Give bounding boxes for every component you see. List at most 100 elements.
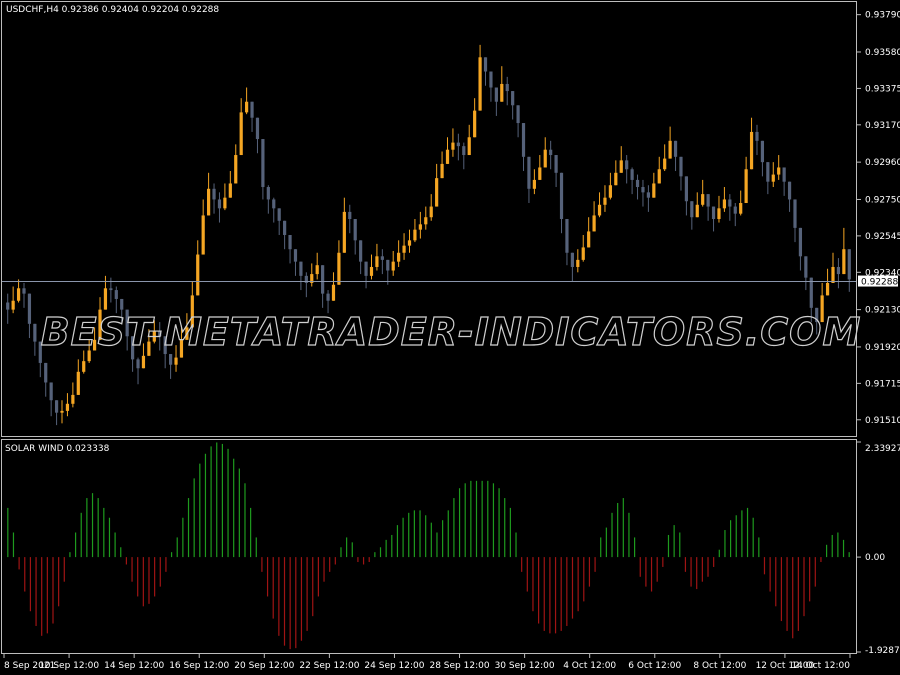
candle bbox=[60, 400, 64, 424]
candle bbox=[293, 249, 298, 276]
candle-body bbox=[114, 290, 118, 299]
candle-body bbox=[245, 101, 249, 113]
candle bbox=[733, 203, 737, 227]
candle bbox=[223, 183, 227, 211]
candle bbox=[668, 126, 672, 159]
time-tick-label: 28 Sep 12:00 bbox=[429, 661, 489, 671]
candle-body bbox=[559, 172, 564, 219]
candle-body bbox=[478, 57, 482, 111]
candle-body bbox=[511, 91, 515, 106]
candle bbox=[359, 240, 363, 275]
candle bbox=[71, 382, 75, 408]
candle-body bbox=[44, 362, 48, 383]
candle bbox=[581, 234, 585, 262]
candle bbox=[690, 201, 694, 230]
time-tick-label: 30 Sep 12:00 bbox=[495, 661, 555, 671]
candle bbox=[364, 261, 368, 289]
candle-body bbox=[630, 169, 634, 180]
candle-body bbox=[397, 252, 401, 262]
candle bbox=[663, 144, 667, 172]
candle bbox=[407, 229, 412, 253]
price-tick-label: 0.92960 bbox=[865, 158, 900, 168]
candle-body bbox=[54, 400, 59, 413]
candle-body bbox=[608, 185, 612, 198]
candle-body bbox=[825, 282, 830, 296]
candle bbox=[625, 155, 629, 184]
time-tick-label: 14 Sep 12:00 bbox=[104, 661, 164, 671]
candle-body bbox=[652, 183, 656, 198]
candle bbox=[348, 204, 352, 234]
candle-body bbox=[505, 83, 509, 92]
price-tick-label: 0.93170 bbox=[865, 121, 900, 131]
candle bbox=[527, 156, 531, 204]
candle-body bbox=[212, 188, 216, 200]
candle-body bbox=[337, 252, 341, 285]
price-tick-label: 0.91920 bbox=[865, 343, 900, 353]
candle bbox=[532, 169, 536, 195]
candle-body bbox=[217, 199, 222, 209]
candle-body bbox=[587, 231, 591, 248]
candle-body bbox=[739, 203, 743, 214]
candle-body bbox=[391, 261, 395, 271]
candle bbox=[711, 206, 716, 232]
candle-body bbox=[71, 394, 75, 404]
candle bbox=[679, 156, 683, 191]
candle-body bbox=[315, 265, 319, 275]
candle bbox=[369, 254, 374, 280]
indicator-tick-label: -1.928749 bbox=[865, 646, 900, 656]
candle bbox=[299, 261, 303, 291]
candle-body bbox=[722, 199, 727, 209]
candle-body bbox=[418, 224, 422, 230]
candle bbox=[701, 179, 705, 207]
candle bbox=[337, 240, 341, 285]
current-price-tag: 0.92288 bbox=[858, 275, 898, 288]
candle bbox=[521, 123, 526, 172]
candle bbox=[16, 279, 21, 303]
candle-body bbox=[777, 167, 781, 175]
candle-body bbox=[60, 410, 64, 413]
candle bbox=[196, 240, 200, 296]
candle bbox=[657, 156, 661, 184]
candle bbox=[342, 197, 346, 253]
candle-body bbox=[16, 288, 21, 301]
candle-body bbox=[234, 155, 238, 184]
candle bbox=[825, 268, 830, 296]
candle-body bbox=[293, 249, 298, 262]
candle-body bbox=[342, 211, 346, 253]
price-tick-label: 0.91510 bbox=[865, 416, 900, 426]
candle-body bbox=[543, 149, 547, 168]
candle bbox=[646, 185, 650, 212]
candle bbox=[489, 71, 493, 102]
candle-body bbox=[847, 249, 851, 280]
candle bbox=[478, 44, 482, 111]
candle-body bbox=[684, 176, 689, 202]
candle-body bbox=[22, 288, 26, 294]
candle bbox=[706, 194, 710, 221]
candle bbox=[603, 185, 607, 212]
candle-body bbox=[228, 183, 232, 198]
candle bbox=[402, 233, 406, 260]
indicator-title: SOLAR WIND 0.023338 bbox=[5, 444, 110, 454]
candle bbox=[565, 219, 569, 266]
candle bbox=[787, 181, 792, 212]
candle-body bbox=[283, 220, 287, 235]
candle-body bbox=[435, 178, 439, 207]
candle-body bbox=[489, 71, 493, 88]
candle-body bbox=[239, 112, 243, 156]
candle-body bbox=[760, 140, 765, 163]
candle bbox=[391, 250, 395, 276]
candle bbox=[429, 194, 433, 221]
candle bbox=[304, 272, 308, 298]
candle bbox=[804, 256, 808, 291]
candle bbox=[136, 357, 140, 385]
candle bbox=[217, 192, 222, 223]
candle bbox=[467, 124, 471, 156]
candle-body bbox=[809, 277, 813, 308]
main-chart-frame bbox=[1, 1, 857, 437]
candle-body bbox=[261, 139, 265, 188]
candle-body bbox=[429, 206, 433, 218]
candle-body bbox=[581, 247, 585, 260]
candle-body bbox=[462, 146, 466, 156]
candle-body bbox=[538, 167, 542, 180]
candle-body bbox=[614, 172, 618, 186]
